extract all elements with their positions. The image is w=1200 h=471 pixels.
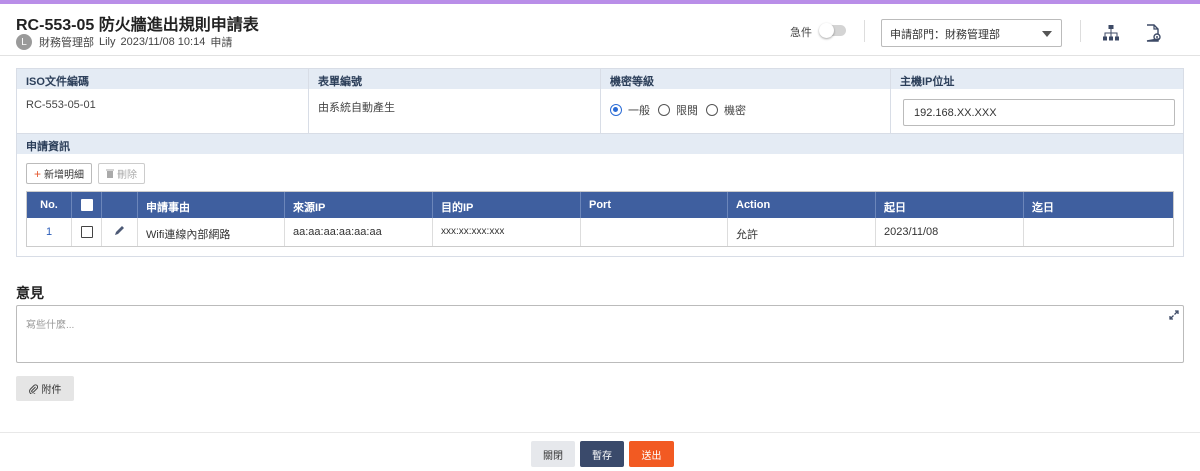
radio-general-label: 一般	[628, 105, 650, 117]
request-datetime: 2023/11/08 10:14	[120, 36, 206, 48]
col-action: Action	[728, 192, 876, 218]
footer-divider	[0, 432, 1200, 433]
form-number-value: 由系統自動產生	[309, 89, 601, 133]
row-checkbox[interactable]	[81, 226, 93, 238]
col-no: No.	[27, 192, 72, 218]
row-dest-ip: xxx:xx:xxx:xxx	[433, 218, 581, 246]
table-header: No. 申請事由 來源IP 目的IP Port Action 起日 迄日	[27, 192, 1173, 218]
col-edit	[102, 192, 138, 218]
trash-icon	[106, 169, 114, 178]
row-start-date: 2023/11/08	[876, 218, 1024, 246]
urgent-toggle[interactable]	[819, 23, 846, 38]
apply-info-section-label: 申請資訊	[17, 133, 1183, 154]
expand-icon[interactable]	[1169, 310, 1179, 320]
radio-general[interactable]	[610, 104, 622, 116]
col-source-ip: 來源IP	[285, 192, 433, 218]
row-no: 1	[27, 218, 72, 246]
row-action: 允許	[728, 218, 876, 246]
close-button[interactable]: 關閉	[531, 441, 575, 467]
org-chart-icon[interactable]	[1102, 24, 1120, 42]
divider	[864, 20, 865, 42]
col-select-all	[72, 192, 102, 218]
row-port	[581, 218, 728, 246]
row-source-ip: aa:aa:aa:aa:aa:aa	[285, 218, 433, 246]
urgent-label: 急件	[790, 27, 812, 39]
add-detail-label: 新增明細	[44, 170, 84, 181]
iso-code-value: RC-553-05-01	[17, 89, 309, 133]
row-checkbox-cell	[72, 218, 102, 246]
opinion-textarea[interactable]: 寫些什麼...	[16, 305, 1184, 363]
col-end-date: 迄日	[1032, 202, 1054, 214]
submit-button[interactable]: 送出	[629, 441, 674, 467]
chevron-down-icon	[1042, 31, 1052, 37]
col-start-date: 起日	[876, 192, 1024, 218]
row-end-date	[1024, 218, 1173, 246]
confidential-level-label: 機密等級	[601, 69, 891, 89]
toggle-knob	[819, 23, 834, 38]
page-header: RC-553-05 防火牆進出規則申請表 L 財務管理部 Lily 2023/1…	[0, 4, 1200, 56]
row-reason: Wifi連線內部網路	[138, 218, 285, 246]
pencil-icon[interactable]	[114, 225, 125, 236]
paperclip-icon	[28, 383, 38, 394]
applicant-name: Lily	[99, 36, 116, 48]
page-title: RC-553-05 防火牆進出規則申請表	[16, 17, 259, 34]
save-draft-button[interactable]: 暫存	[580, 441, 624, 467]
radio-restricted-label: 限閱	[676, 105, 698, 117]
host-ip-input[interactable]: 192.168.XX.XXX	[903, 99, 1175, 126]
attachment-label: 附件	[41, 385, 62, 396]
confidential-level-group: 一般 限閱 機密	[601, 89, 891, 133]
col-dest-ip: 目的IP	[433, 192, 581, 218]
row-edit-cell	[102, 218, 138, 246]
delete-button[interactable]: 刪除	[98, 163, 145, 184]
applicant-department: 財務管理部	[39, 37, 94, 49]
divider	[1080, 20, 1081, 42]
delete-label: 刪除	[117, 170, 137, 181]
add-detail-button[interactable]: + 新增明細	[26, 163, 92, 184]
host-ip-cell: 192.168.XX.XXX	[891, 89, 1183, 133]
department-select[interactable]: 申請部門：財務管理部	[881, 19, 1062, 47]
opinion-placeholder: 寫些什麼...	[26, 320, 75, 331]
attachment-button[interactable]: 附件	[16, 376, 74, 401]
radio-confidential[interactable]	[706, 104, 718, 116]
department-select-value: 申請部門：財務管理部	[890, 29, 1000, 41]
document-settings-icon[interactable]	[1144, 24, 1162, 42]
col-reason: 申請事由	[138, 192, 285, 218]
form-number-label: 表單編號	[309, 69, 601, 89]
host-ip-label: 主機IP位址	[891, 69, 1183, 89]
form-panel: ISO文件編碼 RC-553-05-01 表單編號 由系統自動產生 機密等級 一…	[16, 68, 1184, 257]
avatar: L	[16, 34, 32, 50]
iso-code-label: ISO文件編碼	[17, 69, 309, 89]
radio-restricted[interactable]	[658, 104, 670, 116]
col-port: Port	[581, 192, 728, 218]
request-meta: L 財務管理部 Lily 2023/11/08 10:14 申請	[16, 34, 237, 50]
opinion-title: 意見	[16, 285, 44, 301]
plus-icon: +	[33, 166, 41, 181]
radio-confidential-label: 機密	[724, 105, 746, 117]
request-status: 申請	[210, 37, 233, 49]
detail-table: No. 申請事由 來源IP 目的IP Port Action 起日 迄日 1 W	[26, 191, 1174, 247]
table-row[interactable]: 1 Wifi連線內部網路 aa:aa:aa:aa:aa:aa xxx:xx:xx…	[27, 218, 1173, 246]
select-all-checkbox[interactable]	[81, 199, 93, 211]
